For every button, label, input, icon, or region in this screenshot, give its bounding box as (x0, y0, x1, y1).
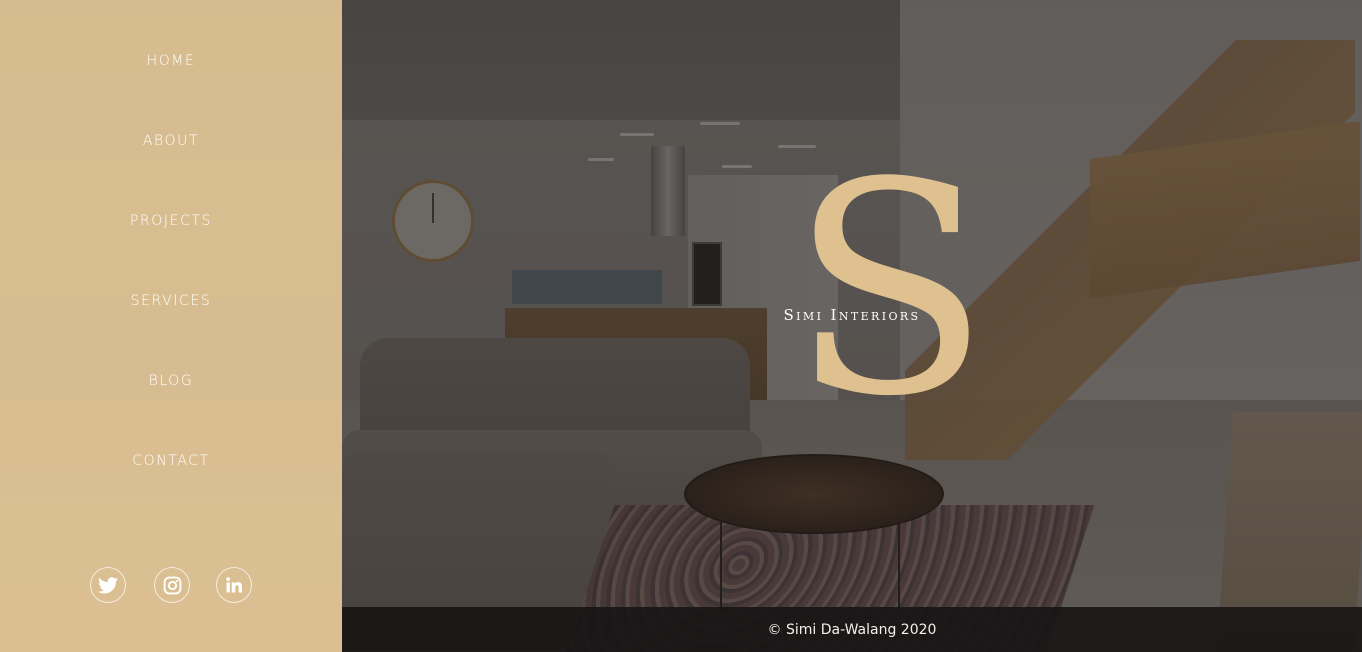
instagram-icon (163, 576, 182, 595)
logo-monogram: S (790, 120, 991, 460)
twitter-icon (98, 576, 118, 594)
logo-brand-name: Simi Interiors (783, 306, 921, 324)
nav-contact-link[interactable]: CONTACT (0, 451, 342, 471)
twitter-link[interactable] (90, 567, 126, 603)
linkedin-link[interactable] (216, 567, 252, 603)
nav-home-link[interactable]: HOME (0, 51, 342, 71)
nav-services-link[interactable]: SERVICES (0, 291, 342, 311)
instagram-link[interactable] (154, 567, 190, 603)
nav-about-link[interactable]: ABOUT (0, 131, 342, 151)
nav-projects-link[interactable]: PROJECTS (0, 211, 342, 231)
footer: © Simi Da-Walang 2020 (342, 607, 1362, 652)
sidebar: HOME ABOUT PROJECTS SERVICES BLOG CONTAC… (0, 0, 342, 652)
copyright-text: © Simi Da-Walang 2020 (767, 621, 937, 638)
nav-blog-link[interactable]: BLOG (0, 371, 342, 391)
linkedin-icon (225, 576, 243, 594)
